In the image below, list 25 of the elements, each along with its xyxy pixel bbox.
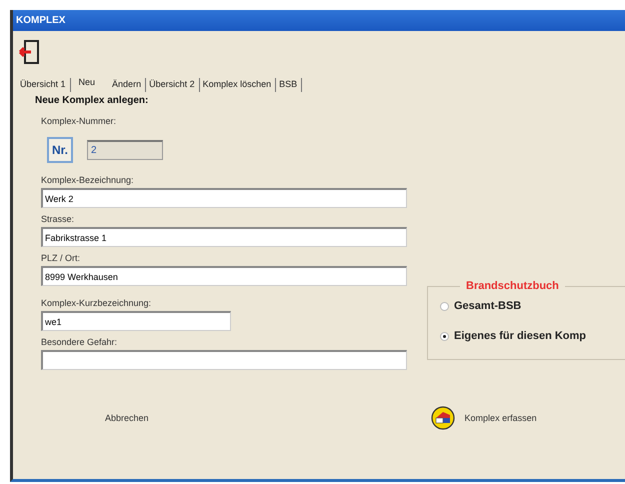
field-label: Strasse: [41, 214, 76, 225]
field-label: Komplex-Kurzbezeichnung: [41, 298, 152, 309]
exit-icon [19, 39, 41, 65]
input-field[interactable]: Fabrikstrasse 1 [41, 227, 407, 247]
input-field[interactable]: 8999 Werkhausen [41, 266, 407, 286]
tab[interactable]: Ändern [109, 78, 146, 92]
input-field[interactable]: Werk 2 [41, 188, 407, 208]
group-title: Brandschutzbuch [465, 280, 560, 292]
form-heading: Neue Komplex anlegen: [35, 95, 150, 106]
tab[interactable]: Übersicht 2 [146, 78, 200, 92]
radio-option[interactable]: Eigenes für diesen Komp [440, 330, 625, 342]
input-field[interactable]: we1 [41, 311, 231, 331]
tab[interactable]: BSB [276, 78, 302, 92]
field-label: Komplex-Bezeichnung: [41, 175, 135, 186]
house-icon [430, 406, 455, 430]
input-field[interactable] [41, 350, 407, 370]
field-label: Komplex-Nummer: [41, 116, 118, 127]
number-badge: Nr. [47, 137, 74, 163]
tab[interactable]: Komplex löschen [200, 78, 276, 92]
cancel-button[interactable]: Abbrechen [103, 411, 151, 425]
field-label: Besondere Gefahr: [41, 337, 118, 348]
submit-button[interactable]: Komplex erfassen [428, 404, 539, 432]
window-title: KOMPLEX [13, 10, 625, 31]
field-label: PLZ / Ort: [41, 253, 82, 264]
radio-option[interactable]: Gesamt-BSB [440, 300, 625, 312]
